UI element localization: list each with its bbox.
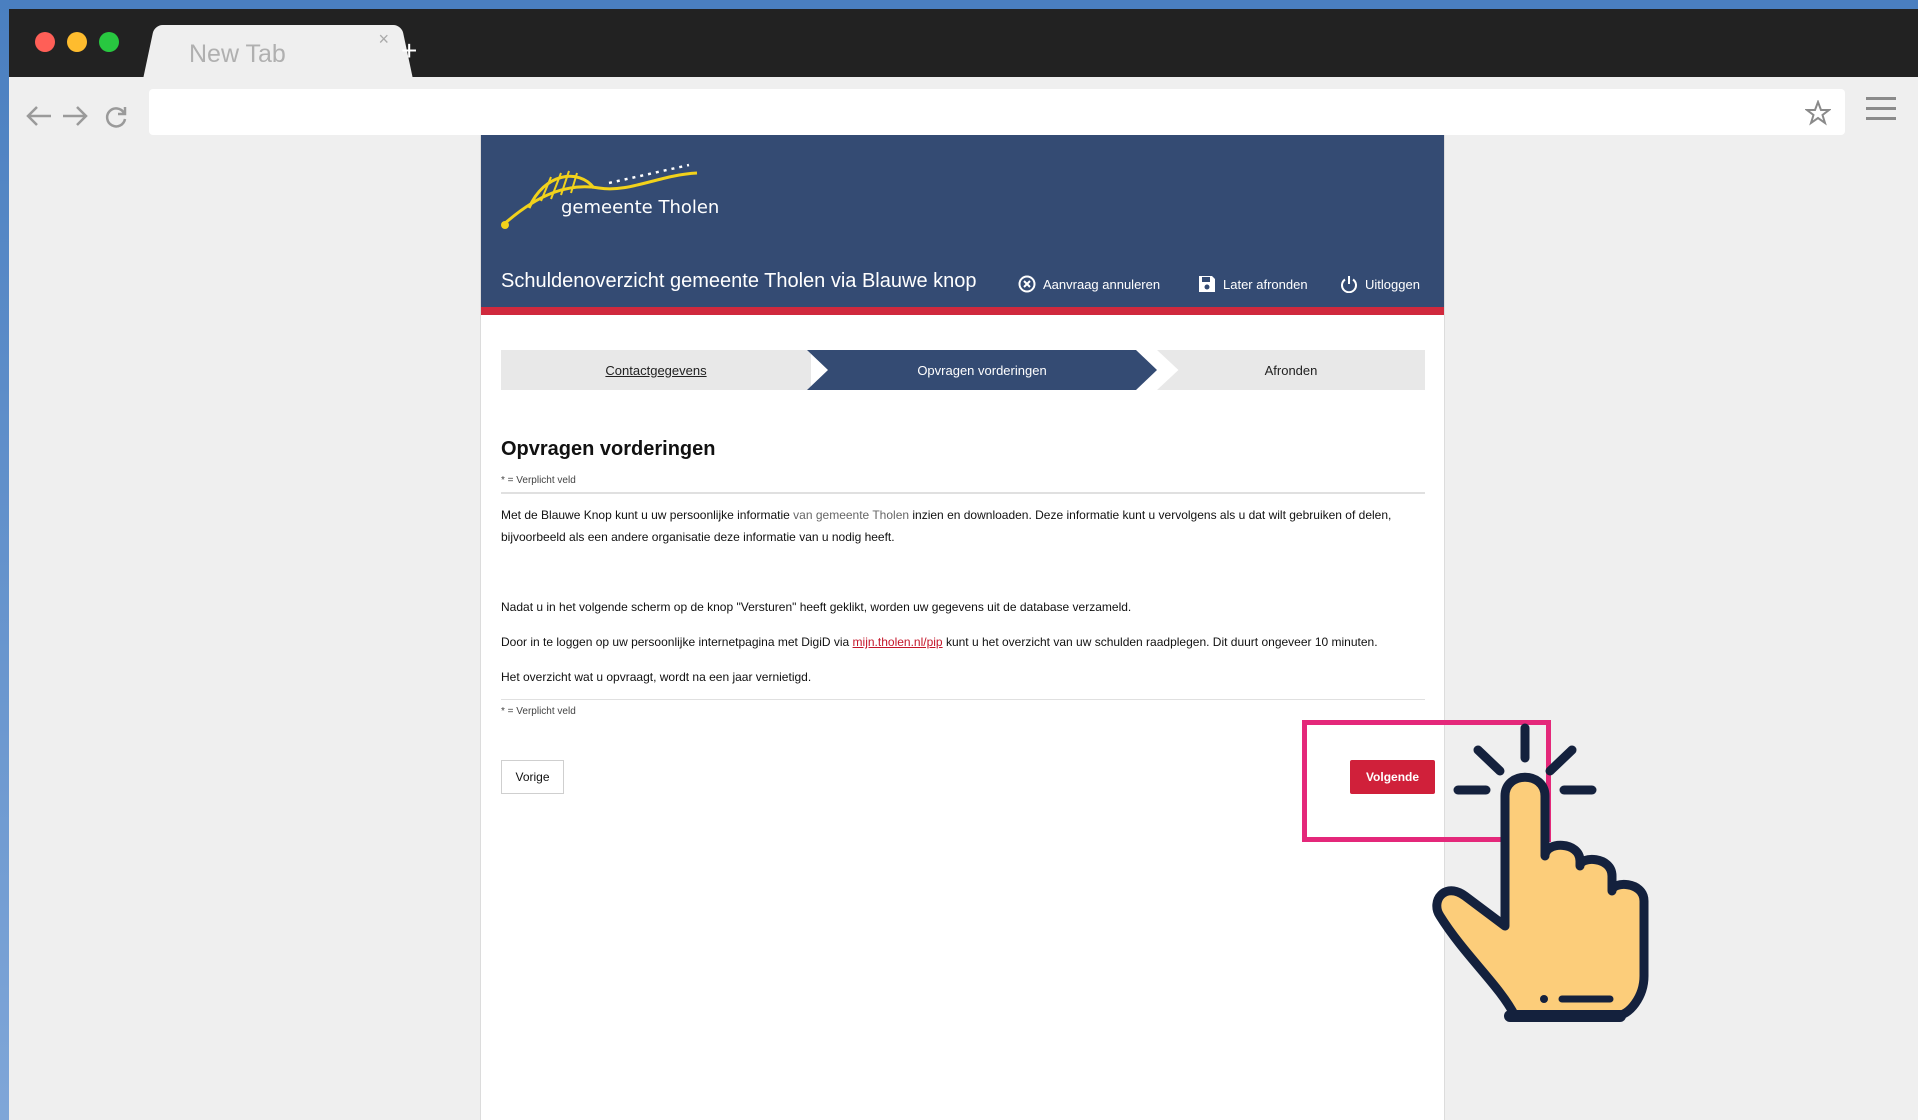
step-afronden: Afronden <box>1157 350 1425 390</box>
retention-paragraph: Het overzicht wat u opvraagt, wordt na e… <box>501 670 812 684</box>
gemeente-tholen-logo[interactable] <box>499 153 699 233</box>
digid-text-b: kunt u het overzicht van uw schulden raa… <box>942 635 1378 649</box>
required-note-bottom: * = Verplicht veld <box>501 706 576 717</box>
finish-later-label: Later afronden <box>1223 276 1308 292</box>
bookmark-star-icon[interactable] <box>1805 100 1831 126</box>
pip-link[interactable]: mijn.tholen.nl/pip <box>853 635 943 649</box>
minimize-window-button[interactable] <box>67 32 87 52</box>
browser-tab[interactable]: New Tab × <box>159 25 397 77</box>
required-note: * = Verplicht veld <box>501 475 576 486</box>
finish-later-button[interactable]: Later afronden <box>1198 275 1308 293</box>
divider <box>501 492 1425 494</box>
address-bar[interactable] <box>149 89 1845 135</box>
digid-paragraph: Door in te loggen op uw persoonlijke int… <box>501 631 1425 653</box>
progress-steps: Contactgegevens Afronden Opvragen vorder… <box>501 350 1425 390</box>
maximize-window-button[interactable] <box>99 32 119 52</box>
tab-close-icon[interactable]: × <box>378 29 389 50</box>
close-window-button[interactable] <box>35 32 55 52</box>
reload-icon[interactable] <box>103 105 129 129</box>
cancel-request-label: Aanvraag annuleren <box>1043 276 1161 292</box>
logo-text: gemeente Tholen <box>561 197 720 218</box>
divider-bottom <box>501 699 1425 700</box>
page-title: Schuldenoverzicht gemeente Tholen via Bl… <box>501 270 977 292</box>
cancel-request-button[interactable]: Aanvraag annuleren <box>1018 275 1160 293</box>
step-contactgegevens[interactable]: Contactgegevens <box>501 350 811 390</box>
tab-title: New Tab <box>189 40 286 68</box>
tab-bar: New Tab × + <box>9 9 1918 77</box>
site-header: gemeente Tholen Schuldenoverzicht gemeen… <box>481 135 1444 315</box>
send-paragraph: Nadat u in het volgende scherm op de kno… <box>501 600 1132 614</box>
section-heading: Opvragen vorderingen <box>501 438 716 460</box>
forward-arrow-icon[interactable] <box>61 105 89 127</box>
new-tab-button[interactable]: + <box>401 37 417 65</box>
pointing-hand-icon <box>1432 723 1649 1022</box>
back-arrow-icon[interactable] <box>25 105 53 127</box>
intro-text-muted: van gemeente Tholen <box>793 508 910 522</box>
step-opvragen-vorderingen: Opvragen vorderingen <box>807 350 1157 390</box>
header-accent-bar <box>481 307 1444 315</box>
previous-button[interactable]: Vorige <box>501 760 564 794</box>
logout-button[interactable]: Uitloggen <box>1340 275 1420 293</box>
digid-text-a: Door in te loggen op uw persoonlijke int… <box>501 635 853 649</box>
logout-label: Uitloggen <box>1365 276 1420 292</box>
power-icon <box>1341 276 1357 293</box>
cancel-circle-icon <box>1018 275 1036 293</box>
save-disk-icon <box>1199 276 1215 292</box>
intro-paragraph: Met de Blauwe Knop kunt u uw persoonlijk… <box>501 504 1425 548</box>
intro-text-a: Met de Blauwe Knop kunt u uw persoonlijk… <box>501 508 794 522</box>
web-page: gemeente Tholen Schuldenoverzicht gemeen… <box>480 135 1445 1120</box>
main-content: Opvragen vorderingen * = Verplicht veld … <box>501 438 1425 717</box>
browser-menu-icon[interactable] <box>1866 95 1896 121</box>
